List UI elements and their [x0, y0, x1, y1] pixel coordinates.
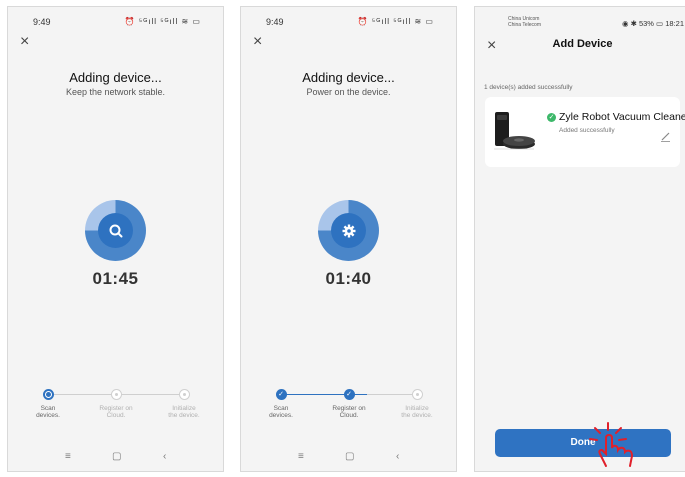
status-bar: 9:49 ⏰ ⁵ᴳıll ⁵ᴳıll ≋ ▭: [241, 17, 456, 31]
step-scan: Scan devices.: [18, 387, 78, 419]
close-button[interactable]: ×: [20, 33, 29, 51]
step-label: Scan devices.: [36, 405, 60, 419]
nav-back-button[interactable]: ‹: [396, 451, 399, 462]
close-button[interactable]: ×: [253, 33, 262, 51]
check-icon: ✓: [547, 113, 556, 122]
carrier-names: China Unicom China Telecom: [508, 16, 541, 28]
progress-steps: ✓ Scan devices. ✓ Register on Cloud. Initi…: [241, 387, 456, 427]
status-right: ◉ ✱ 53% ▭ 18:21: [621, 19, 684, 28]
check-icon: ✓: [275, 389, 287, 400]
step-indicator-pending: [110, 389, 122, 400]
step-label: Register on Cloud.: [332, 405, 366, 419]
status-bar: China Unicom China Telecom ◉ ✱ 53% ▭ 18:…: [475, 16, 685, 32]
step-label: Register on Cloud.: [99, 405, 133, 419]
step-indicator-active: [42, 389, 54, 400]
phone-screen-add-device-result: China Unicom China Telecom ◉ ✱ 53% ▭ 18:…: [474, 6, 685, 472]
status-time: 9:49: [33, 17, 51, 27]
countdown-timer: 01:40: [325, 269, 372, 288]
step-label: Initialize the device.: [168, 405, 200, 419]
gear-icon: [331, 213, 366, 248]
status-icons: ⏰ ⁵ᴳıll ⁵ᴳıll ≋ ▭: [124, 17, 201, 26]
step-register: Register on Cloud.: [86, 387, 146, 419]
page-title: Add Device: [552, 38, 613, 50]
step-label: Initialize the device.: [401, 405, 433, 419]
system-nav-bar: ≡ ▢ ‹: [8, 451, 223, 465]
page-subtitle: Power on the device.: [306, 87, 391, 97]
nav-home-button[interactable]: ▢: [112, 451, 121, 462]
step-scan: ✓ Scan devices.: [251, 387, 311, 419]
carrier-2: China Telecom: [508, 22, 541, 28]
step-initialize: Initialize the device.: [387, 387, 447, 419]
status-bar: 9:49 ⏰ ⁵ᴳıll ⁵ᴳıll ≋ ▭: [8, 17, 223, 31]
countdown-timer: 01:45: [92, 269, 139, 288]
page-subtitle: Keep the network stable.: [65, 87, 166, 97]
device-name: ✓ Zyle Robot Vacuum Cleaner: [547, 111, 685, 123]
nav-home-button[interactable]: ▢: [345, 451, 354, 462]
success-message: 1 device(s) added successfully: [484, 84, 573, 91]
device-name-text: Zyle Robot Vacuum Cleaner: [559, 111, 685, 123]
step-indicator-pending: [411, 389, 423, 400]
progress-steps: Scan devices. Register on Cloud. Initializ…: [8, 387, 223, 427]
progress-ring: [318, 200, 379, 261]
status-icons: ⏰ ⁵ᴳıll ⁵ᴳıll ≋ ▭: [357, 17, 434, 26]
tap-hand-icon: [589, 422, 634, 467]
check-icon: ✓: [343, 389, 355, 400]
edit-icon[interactable]: [660, 131, 671, 145]
system-nav-bar: ≡ ▢ ‹: [241, 451, 456, 465]
step-label: Scan devices.: [269, 405, 293, 419]
page-title: Adding device...: [69, 70, 162, 85]
status-time: 9:49: [266, 17, 284, 27]
phone-screen-adding-register: 9:49 ⏰ ⁵ᴳıll ⁵ᴳıll ≋ ▭ × Adding device..…: [240, 6, 457, 472]
page-title: Adding device...: [302, 70, 395, 85]
device-status: Added successfully: [559, 127, 615, 134]
nav-back-button[interactable]: ‹: [163, 451, 166, 462]
phone-screen-adding-scan: 9:49 ⏰ ⁵ᴳıll ⁵ᴳıll ≋ ▭ × Adding device..…: [7, 6, 224, 472]
robot-vacuum-image: [494, 112, 535, 150]
step-indicator-pending: [178, 389, 190, 400]
device-card[interactable]: ✓ Zyle Robot Vacuum Cleaner Added success…: [485, 97, 685, 167]
progress-ring: [85, 200, 146, 261]
step-register: ✓ Register on Cloud.: [319, 387, 379, 419]
nav-recent-button[interactable]: ≡: [65, 451, 71, 462]
step-initialize: Initialize the device.: [154, 387, 214, 419]
search-icon: [98, 213, 133, 248]
nav-recent-button[interactable]: ≡: [298, 451, 304, 462]
